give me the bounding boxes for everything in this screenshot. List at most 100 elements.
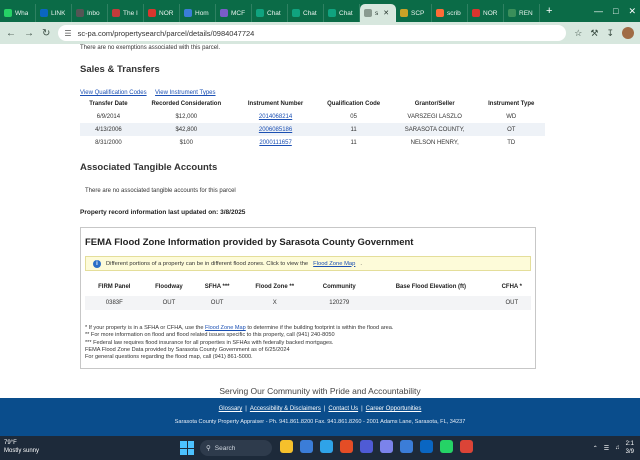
pinned-app-icon[interactable]	[300, 440, 313, 453]
pinned-apps	[280, 440, 473, 453]
sales-cell-type: OT	[477, 123, 545, 136]
volume-icon[interactable]: ♫	[615, 445, 620, 451]
last-updated: Property record information last updated…	[80, 209, 246, 216]
tab-label: s	[375, 9, 379, 17]
tab-label: Wha	[15, 9, 29, 17]
tab-favicon-icon	[472, 9, 480, 17]
taskbar-clock[interactable]: 2:1 3/9	[626, 440, 634, 456]
note1-flood-map-link[interactable]: Flood Zone Map	[205, 325, 246, 331]
browser-tab[interactable]: The I	[108, 4, 144, 22]
browser-tab[interactable]: REN	[504, 4, 540, 22]
sales-column-header: Qualification Code	[327, 101, 381, 107]
browser-tab[interactable]: SCP	[396, 4, 432, 22]
tab-favicon-icon	[364, 9, 372, 17]
table-row: 0383F OUT OUT X 120279 OUT	[85, 296, 531, 310]
flood-column-header: Floodway	[155, 284, 183, 290]
address-url[interactable]: sc-pa.com/propertysearch/parcel/details/…	[78, 29, 255, 38]
browser-tab[interactable]: LINK	[36, 4, 72, 22]
site-footer: Glossary | Accessibility & Disclaimers | Con…	[0, 398, 640, 436]
browser-tab[interactable]: MCF	[216, 4, 252, 22]
tab-favicon-icon	[292, 9, 300, 17]
pinned-app-icon[interactable]	[360, 440, 373, 453]
browser-tab[interactable]: Chat	[288, 4, 324, 22]
browser-tab[interactable]: Inbo	[72, 4, 108, 22]
pinned-app-icon[interactable]	[440, 440, 453, 453]
sales-cell-grantor: NELSON HENRY,	[410, 139, 459, 146]
chevron-up-icon[interactable]: ⌃	[593, 445, 598, 452]
bookmark-star-icon[interactable]: ☆	[574, 28, 582, 39]
taskbar-search[interactable]: ⚲ Search	[200, 440, 272, 456]
fema-title: FEMA Flood Zone Information provided by …	[85, 237, 414, 248]
minimize-icon[interactable]: —	[594, 6, 603, 16]
browser-tab[interactable]: Wha	[0, 4, 36, 22]
pinned-app-icon[interactable]	[280, 440, 293, 453]
site-info-icon[interactable]: ☰	[64, 29, 71, 38]
back-arrow-icon[interactable]: ←	[6, 28, 16, 39]
downloads-icon[interactable]: ↧	[606, 28, 614, 39]
pinned-app-icon[interactable]	[320, 440, 333, 453]
browser-tab[interactable]: Hom	[180, 4, 216, 22]
browser-tab[interactable]: s ✕	[360, 4, 396, 22]
windows-taskbar: 79°F Mostly sunny ⚲ Search ⌃ ☰ ♫ 2:1 3/9	[0, 436, 640, 460]
footer-link[interactable]: Career Opportunities	[366, 406, 422, 412]
tab-label: MCF	[231, 9, 246, 17]
pinned-app-icon[interactable]	[460, 440, 473, 453]
tab-favicon-icon	[328, 9, 336, 17]
tab-label: SCP	[411, 9, 425, 17]
browser-tab[interactable]: NOR	[468, 4, 504, 22]
tab-label: REN	[519, 9, 533, 17]
pinned-app-icon[interactable]	[340, 440, 353, 453]
sales-cell-qual: 11	[315, 123, 392, 136]
page-content: There are no exemptions associated with …	[0, 44, 640, 398]
sales-cell-consideration: $12,000	[175, 113, 198, 120]
footer-link[interactable]: Accessibility & Disclaimers	[250, 406, 321, 412]
weather-widget[interactable]: 79°F Mostly sunny	[4, 439, 39, 455]
pinned-app-icon[interactable]	[380, 440, 393, 453]
taskbar-search-label: Search	[214, 444, 236, 452]
new-tab-button[interactable]: +	[540, 5, 558, 17]
wifi-icon[interactable]: ☰	[604, 445, 609, 452]
qualification-codes-link[interactable]: View Qualification Codes	[80, 90, 147, 96]
flood-cell: 120279	[309, 296, 370, 310]
browser-tab[interactable]: Chat	[324, 4, 360, 22]
forward-arrow-icon[interactable]: →	[24, 28, 34, 39]
tab-strip: Wha LINK Inbo The I NOR Hom MCF Chat Chat Chat s ✕ S…	[0, 0, 640, 22]
instrument-number-link[interactable]: 2000111657	[259, 140, 291, 146]
tab-favicon-icon	[436, 9, 444, 17]
note4: FEMA Flood Zone Data provided by Sarasot…	[85, 346, 290, 353]
tab-favicon-icon	[220, 9, 228, 17]
instrument-number-link[interactable]: 2006085186	[259, 127, 292, 133]
browser-tab[interactable]: scrib	[432, 4, 468, 22]
profile-avatar[interactable]	[622, 27, 634, 39]
sales-heading: Sales & Transfers	[80, 64, 160, 75]
extensions-icon[interactable]: ⚒	[590, 28, 598, 39]
sales-column-header: Recorded Consideration	[151, 101, 222, 107]
browser-tab[interactable]: Chat	[252, 4, 288, 22]
sales-cell-grantor: VARSZEGI LASZLO	[407, 113, 462, 120]
pinned-app-icon[interactable]	[400, 440, 413, 453]
instrument-number-link[interactable]: 2014068214	[259, 114, 292, 120]
tab-label: NOR	[159, 9, 174, 17]
flood-notes: * If your property is in a SFHA or CFHA,…	[85, 325, 531, 361]
pinned-app-icon[interactable]	[420, 440, 433, 453]
tab-label: Chat	[339, 9, 353, 17]
maximize-icon[interactable]: □	[613, 6, 618, 16]
sales-cell-instrument: 2014068214	[236, 110, 316, 123]
reload-icon[interactable]: ↻	[42, 28, 50, 39]
sales-cell-qual: 11	[350, 139, 357, 146]
start-icon[interactable]	[180, 441, 194, 455]
instrument-types-link[interactable]: View Instrument Types	[155, 90, 215, 96]
tab-close-icon[interactable]: ✕	[383, 9, 389, 17]
flood-zone-map-link[interactable]: Flood Zone Map	[313, 261, 355, 267]
sales-cell-date: 8/31/2000	[95, 139, 122, 146]
sales-cell-type: WD	[506, 113, 517, 120]
browser-toolbar: ← → ↻ ☰ sc-pa.com/propertysearch/parcel/…	[0, 22, 640, 44]
address-bar[interactable]: ☰ sc-pa.com/propertysearch/parcel/detail…	[58, 25, 567, 41]
close-icon[interactable]: ✕	[628, 6, 636, 17]
footer-link[interactable]: Glossary	[219, 406, 243, 412]
flood-column-header: CFHA *	[501, 284, 523, 290]
tab-label: NOR	[483, 9, 498, 17]
flood-cell: OUT	[194, 296, 240, 310]
footer-link[interactable]: Contact Us	[328, 406, 358, 412]
browser-tab[interactable]: NOR	[144, 4, 180, 22]
